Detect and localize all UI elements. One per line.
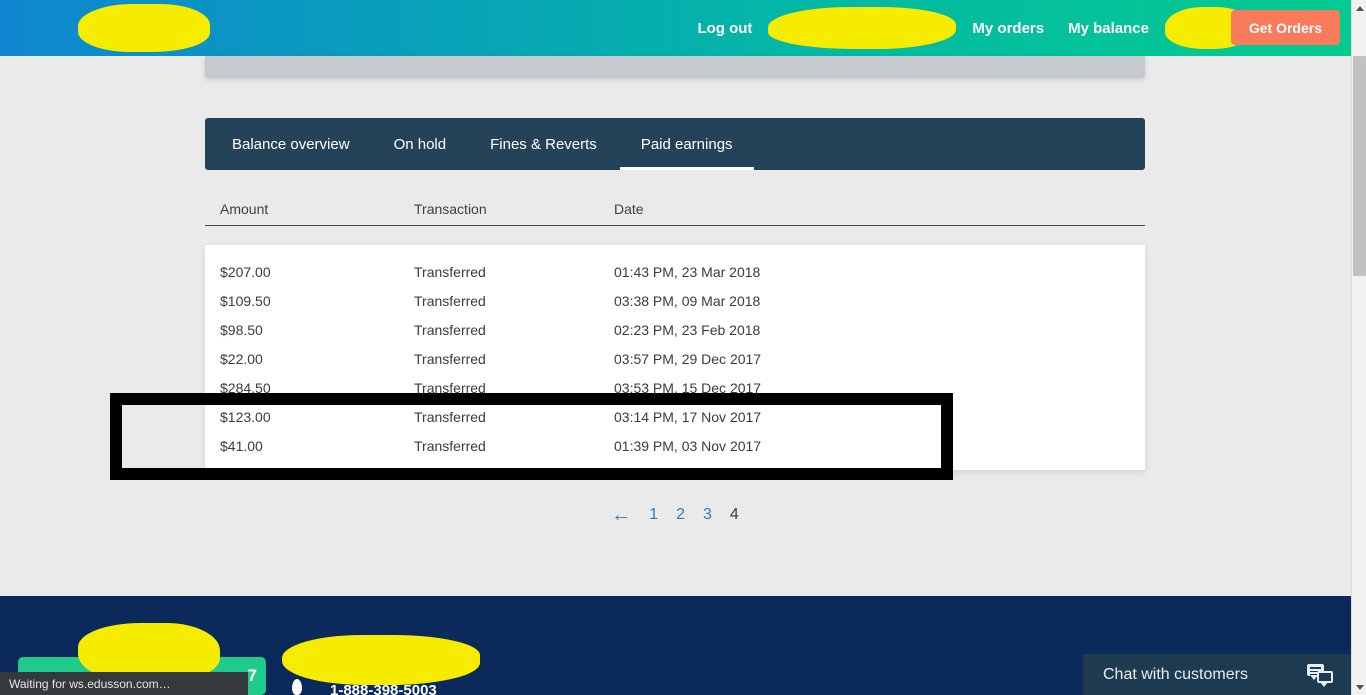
cell-amount: $123.00	[220, 409, 271, 425]
previous-page-arrow-icon[interactable]: ←	[602, 505, 640, 525]
tab-on-hold[interactable]: On hold	[373, 118, 468, 170]
column-header-amount: Amount	[220, 201, 269, 217]
scroll-down-arrow-icon[interactable]	[1352, 679, 1366, 695]
cell-transaction: Transferred	[414, 264, 486, 280]
cell-amount: $22.00	[220, 351, 263, 367]
table-row[interactable]: $41.00 Transferred 01:39 PM, 03 Nov 2017	[205, 432, 1145, 461]
column-header-date: Date	[614, 201, 644, 217]
scrolled-summary-card	[205, 56, 1145, 78]
table-row[interactable]: $22.00 Transferred 03:57 PM, 29 Dec 2017	[205, 345, 1145, 374]
cell-date: 03:53 PM, 15 Dec 2017	[614, 380, 762, 396]
cell-date: 02:23 PM, 23 Feb 2018	[614, 322, 761, 338]
cell-date: 01:43 PM, 23 Mar 2018	[614, 264, 761, 280]
nav-item-my-orders[interactable]: My orders	[960, 20, 1056, 37]
cell-amount: $284.50	[220, 380, 271, 396]
main-nav: Log out My orders My balance	[685, 0, 1255, 56]
browser-viewport: Log out My orders My balance Get Orders …	[0, 0, 1351, 695]
browser-status-bar: Waiting for ws.edusson.com…	[0, 672, 248, 695]
status-bar-text: Waiting for ws.edusson.com…	[9, 676, 171, 691]
page-link-1[interactable]: 1	[640, 507, 667, 523]
nav-item-log-out[interactable]: Log out	[685, 20, 764, 37]
column-header-transaction: Transaction	[414, 201, 487, 217]
brand-logo-redaction	[78, 4, 210, 52]
page-link-4-current: 4	[729, 506, 739, 523]
table-row[interactable]: $98.50 Transferred 02:23 PM, 23 Feb 2018	[205, 316, 1145, 345]
table-header: Amount Transaction Date	[205, 198, 1145, 226]
chat-widget[interactable]: Chat with customers	[1083, 654, 1351, 695]
cell-amount: $207.00	[220, 264, 271, 280]
cell-transaction: Transferred	[414, 409, 486, 425]
table-row[interactable]: $109.50 Transferred 03:38 PM, 09 Mar 201…	[205, 287, 1145, 316]
balance-tabs: Balance overview On hold Fines & Reverts…	[205, 118, 1145, 170]
site-header: Log out My orders My balance Get Orders	[0, 0, 1351, 56]
phone-icon	[292, 679, 302, 695]
page-link-3[interactable]: 3	[694, 507, 721, 523]
table-row[interactable]: $207.00 Transferred 01:43 PM, 23 Mar 201…	[205, 258, 1145, 287]
page-root: Log out My orders My balance Get Orders …	[0, 0, 1366, 695]
page-scrollbar[interactable]	[1351, 0, 1366, 695]
scrollbar-thumb[interactable]	[1353, 56, 1366, 276]
cell-transaction: Transferred	[414, 380, 486, 396]
nav-item-redaction-1[interactable]	[768, 7, 957, 49]
paid-earnings-table: $207.00 Transferred 01:43 PM, 23 Mar 201…	[205, 245, 1145, 470]
scroll-up-arrow-icon[interactable]	[1352, 0, 1366, 16]
tab-paid-earnings[interactable]: Paid earnings	[619, 118, 754, 170]
footer-badge-number: 7	[247, 666, 257, 685]
tab-fines-and-reverts[interactable]: Fines & Reverts	[469, 118, 618, 170]
cell-transaction: Transferred	[414, 351, 486, 367]
get-orders-button[interactable]: Get Orders	[1230, 10, 1340, 45]
cell-amount: $109.50	[220, 293, 271, 309]
cell-amount: $41.00	[220, 438, 263, 454]
pagination: ← 1 2 3 4	[205, 500, 1145, 530]
page-link-2[interactable]: 2	[667, 507, 694, 523]
cell-date: 03:38 PM, 09 Mar 2018	[614, 293, 761, 309]
chat-bubble-front	[1317, 671, 1333, 687]
cell-date: 01:39 PM, 03 Nov 2017	[614, 438, 762, 454]
cell-transaction: Transferred	[414, 322, 486, 338]
footer-phone-number[interactable]: 1-888-398-5003	[330, 682, 437, 695]
footer-redaction-2	[282, 635, 480, 685]
table-row[interactable]: $284.50 Transferred 03:53 PM, 15 Dec 201…	[205, 374, 1145, 403]
chat-widget-title: Chat with customers	[1103, 665, 1248, 683]
nav-item-my-balance[interactable]: My balance	[1056, 20, 1161, 37]
cell-date: 03:14 PM, 17 Nov 2017	[614, 409, 762, 425]
cell-amount: $98.50	[220, 322, 263, 338]
chat-bubbles-icon	[1307, 664, 1333, 687]
tab-balance-overview[interactable]: Balance overview	[211, 118, 371, 170]
cell-transaction: Transferred	[414, 438, 486, 454]
cell-date: 03:57 PM, 29 Dec 2017	[614, 351, 762, 367]
cell-transaction: Transferred	[414, 293, 486, 309]
table-row[interactable]: $123.00 Transferred 03:14 PM, 17 Nov 201…	[205, 403, 1145, 432]
